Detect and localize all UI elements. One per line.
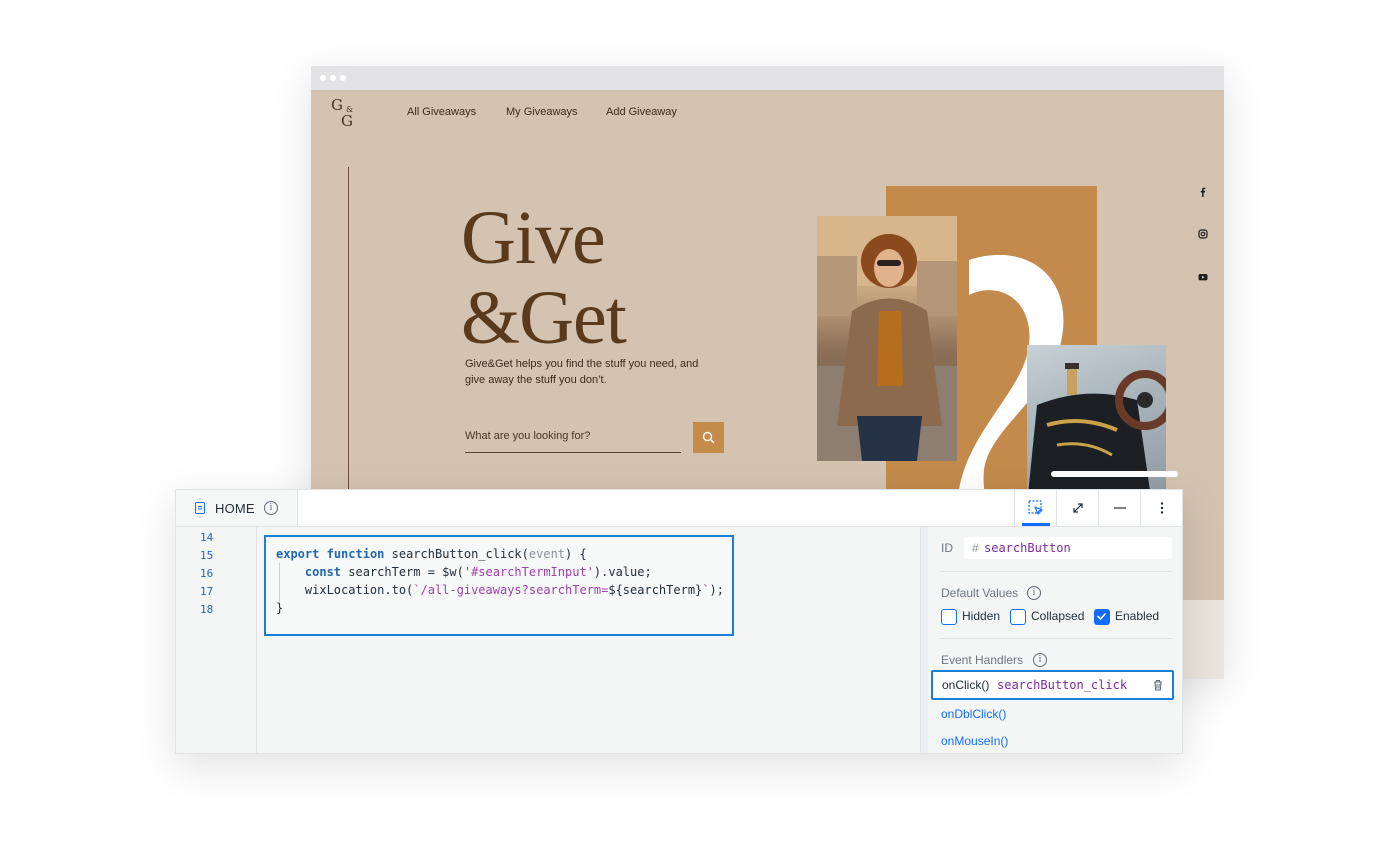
handler-event: onClick() xyxy=(942,678,990,692)
code-line: } xyxy=(276,601,284,615)
code-param: event xyxy=(528,547,566,561)
info-icon[interactable]: i xyxy=(1027,586,1041,600)
collapsed-label: Collapsed xyxy=(1031,609,1085,623)
onclick-handler-row[interactable]: onClick() searchButton_click xyxy=(931,670,1174,700)
hero-subtitle: Give&Get helps you find the stuff you ne… xyxy=(465,358,699,386)
code-keyword: function xyxy=(326,547,385,561)
code-string: `/all-giveaways?searchTerm= xyxy=(413,583,609,597)
nav-all-giveaways[interactable]: All Giveaways xyxy=(407,106,476,118)
more-options-button[interactable] xyxy=(1140,490,1183,526)
code-text: ); xyxy=(709,583,724,597)
code-line: const searchTerm = $w('#searchTermInput'… xyxy=(276,565,652,579)
code-keyword: export xyxy=(276,547,320,561)
photo-woman-jacket xyxy=(817,216,957,461)
nav-add-giveaway[interactable]: Add Giveaway xyxy=(606,106,677,118)
default-values-label: Default Values xyxy=(941,586,1019,600)
hero-title-line: &Get xyxy=(461,276,627,360)
enabled-label: Enabled xyxy=(1115,609,1160,623)
code-text: searchTerm = $w( xyxy=(341,565,464,579)
code-editor-panel: HOME i 14 15 16 17 18 export function se… xyxy=(175,489,1183,754)
checkmark-icon xyxy=(1097,613,1106,620)
sewing-machine-illustration xyxy=(1027,363,1166,505)
id-label: ID xyxy=(941,541,953,555)
handler-function: searchButton_click xyxy=(997,678,1128,692)
trash-icon[interactable] xyxy=(1151,678,1165,692)
site-logo[interactable]: G & G xyxy=(331,96,361,132)
facebook-icon[interactable] xyxy=(1197,185,1209,197)
tab-home[interactable]: HOME i xyxy=(176,490,298,526)
browser-title-bar xyxy=(311,66,1224,90)
properties-panel: ID # searchButton Default Values i Hidde… xyxy=(928,527,1182,753)
code-text: ${searchTerm} xyxy=(608,583,703,597)
instagram-icon[interactable] xyxy=(1197,227,1209,239)
line-number: 15 xyxy=(200,549,214,562)
code-keyword: const xyxy=(304,565,342,579)
hero-title: Give &Get xyxy=(461,196,627,360)
more-options-icon xyxy=(1160,502,1164,514)
nav-my-giveaways[interactable]: My Giveaways xyxy=(506,106,578,118)
line-number: 14 xyxy=(200,531,214,544)
window-dot xyxy=(340,75,346,81)
youtube-icon[interactable] xyxy=(1197,270,1209,282)
photo-sewing-machine xyxy=(1027,345,1166,505)
divider xyxy=(940,571,1172,572)
search-icon xyxy=(702,431,715,444)
collapsed-checkbox[interactable] xyxy=(1010,609,1026,625)
divider xyxy=(940,638,1172,639)
page-name: HOME xyxy=(215,501,255,516)
editor-header: HOME i xyxy=(176,490,1182,527)
window-dot xyxy=(320,75,326,81)
enabled-checkbox[interactable] xyxy=(1094,609,1110,625)
select-element-button[interactable] xyxy=(1014,490,1057,526)
code-line: wixLocation.to(`/all-giveaways?searchTer… xyxy=(276,583,724,597)
event-handlers-label: Event Handlers xyxy=(941,653,1024,667)
line-number: 17 xyxy=(200,585,214,598)
code-text: searchButton_click( xyxy=(384,547,529,561)
logo-letter: G xyxy=(341,112,353,130)
line-number: 18 xyxy=(200,603,214,616)
search-button[interactable] xyxy=(693,422,724,453)
line-number: 16 xyxy=(200,567,214,580)
expand-button[interactable] xyxy=(1056,490,1099,526)
hidden-checkbox[interactable] xyxy=(941,609,957,625)
select-element-icon xyxy=(1028,500,1043,515)
line-number-gutter: 14 15 16 17 18 xyxy=(176,527,257,753)
hero-title-line: Give xyxy=(461,196,606,280)
info-icon[interactable]: i xyxy=(1033,653,1047,667)
page-file-icon xyxy=(195,502,205,514)
code-snippet[interactable]: export function searchButton_click(event… xyxy=(264,535,734,636)
code-text: ) { xyxy=(565,547,587,561)
decorative-bar xyxy=(1051,471,1178,477)
woman-illustration xyxy=(817,216,957,461)
minimize-icon xyxy=(1114,507,1126,509)
code-text: wixLocation.to( xyxy=(304,583,414,597)
code-line: export function searchButton_click(event… xyxy=(276,547,587,561)
search-field xyxy=(465,422,681,453)
search-input[interactable] xyxy=(465,426,675,446)
info-icon[interactable]: i xyxy=(264,501,278,515)
id-value: searchButton xyxy=(984,541,1071,555)
minimize-button[interactable] xyxy=(1098,490,1141,526)
id-field[interactable]: # searchButton xyxy=(964,537,1172,559)
ondblclick-link[interactable]: onDblClick() xyxy=(941,707,1006,721)
window-dot xyxy=(330,75,336,81)
onmousein-link[interactable]: onMouseIn() xyxy=(941,734,1008,748)
code-text: ).value; xyxy=(593,565,652,579)
hash-icon: # xyxy=(972,541,979,555)
hidden-label: Hidden xyxy=(962,609,1001,623)
code-string: ` xyxy=(702,583,710,597)
code-string: '#searchTermInput' xyxy=(463,565,594,579)
expand-icon xyxy=(1073,503,1083,513)
